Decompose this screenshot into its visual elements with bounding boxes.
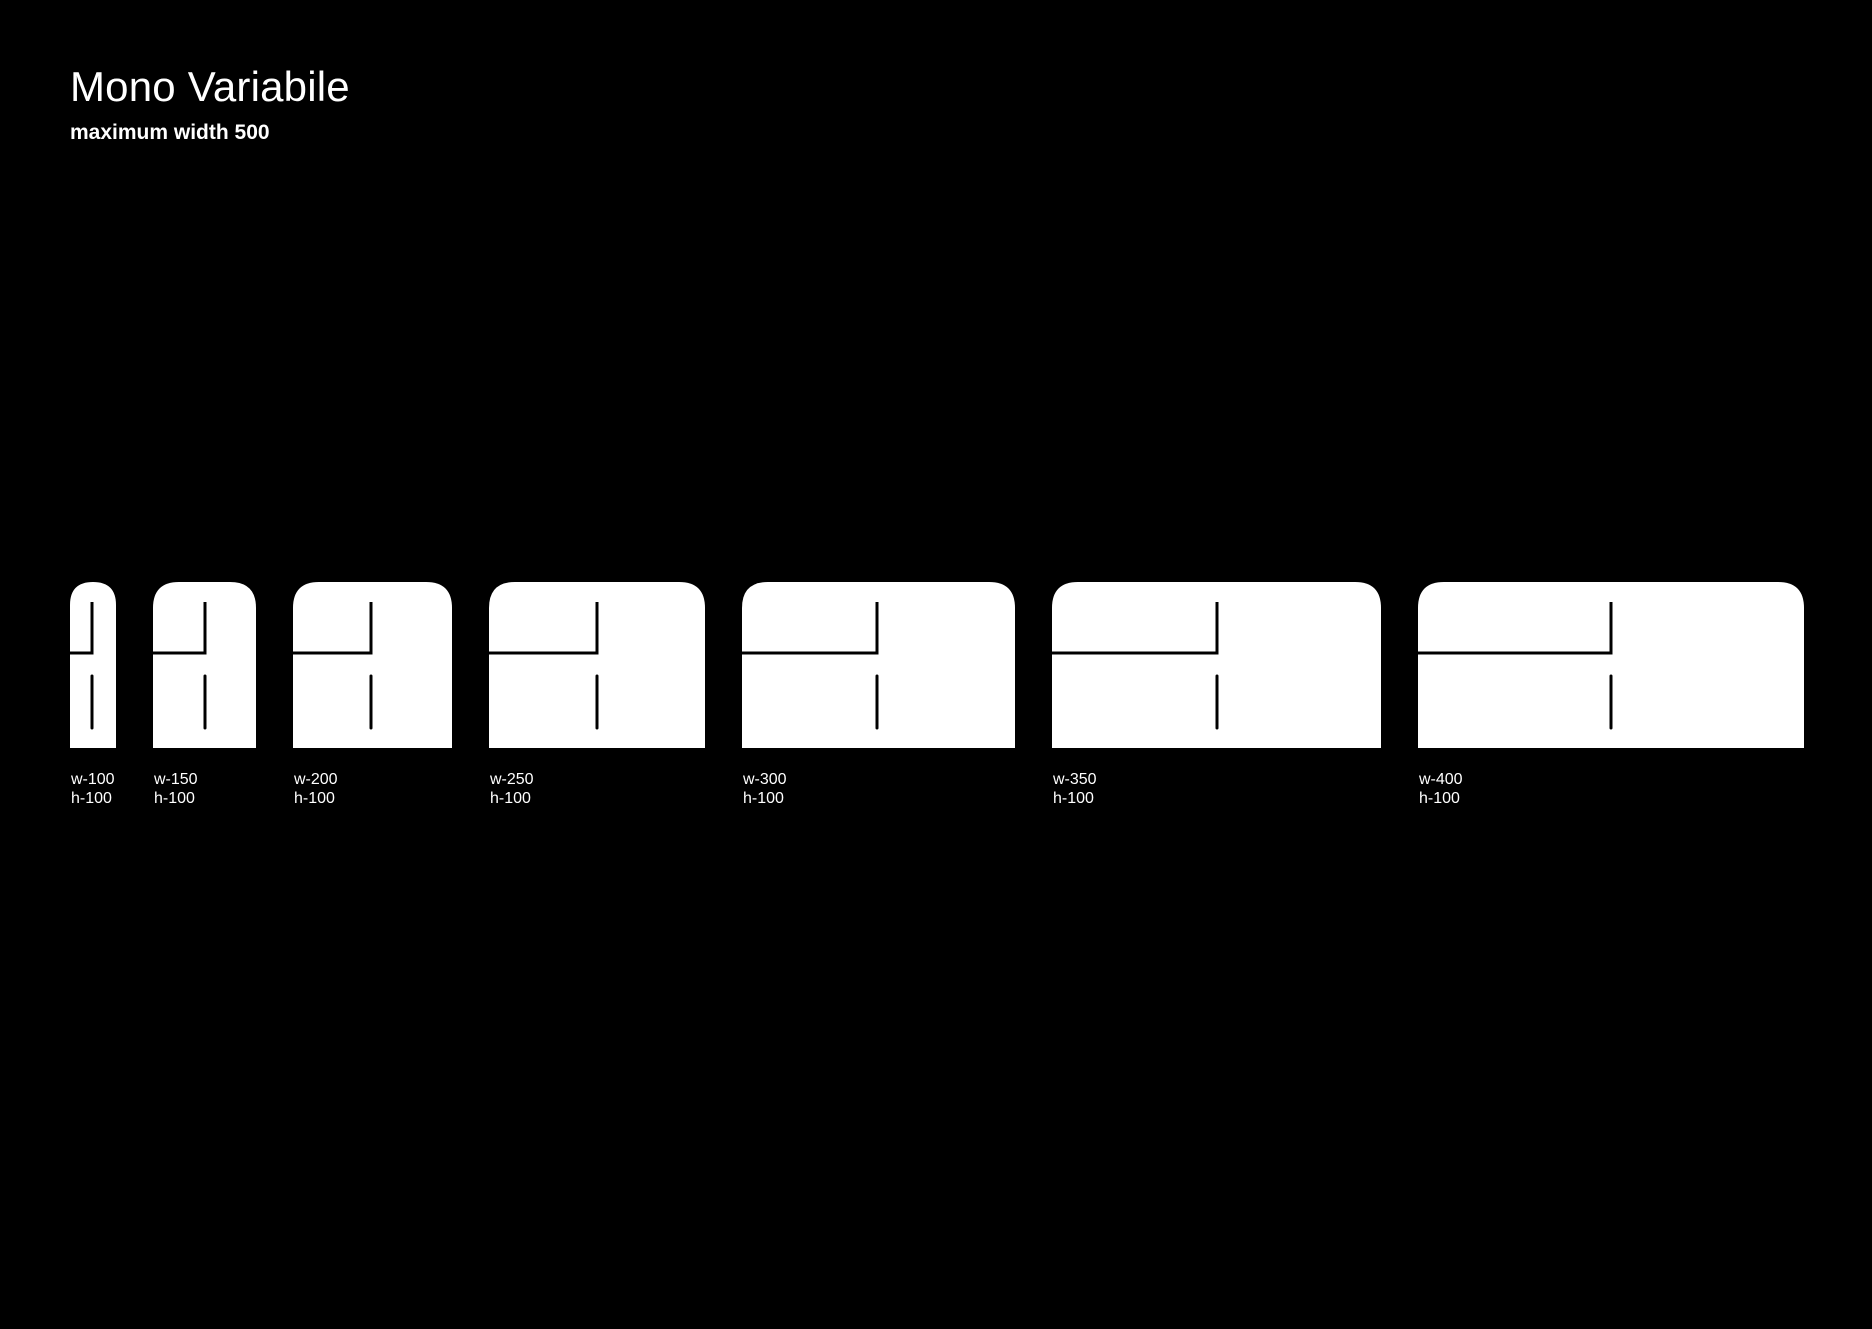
glyph-variant-6: w-350 h-100: [1052, 582, 1381, 807]
variant-label: w-200 h-100: [294, 770, 338, 808]
glyph-shape: [742, 582, 1015, 748]
variant-label: w-300 h-100: [743, 770, 787, 808]
height-label: h-100: [490, 790, 531, 807]
glyph-shape: [1418, 582, 1804, 748]
variant-label: w-100 h-100: [71, 770, 115, 808]
glyph-variant-2: w-150 h-100: [153, 582, 256, 807]
width-label: w-200: [294, 771, 338, 788]
width-label: w-150: [154, 771, 198, 788]
glyph-variant-row: w-100 h-100 w-150 h-100 w-200 h-100 w-25…: [0, 0, 1872, 1329]
glyph-variant-5: w-300 h-100: [742, 582, 1015, 807]
glyph-variant-3: w-200 h-100: [293, 582, 452, 807]
height-label: h-100: [71, 790, 112, 807]
width-label: w-350: [1053, 771, 1097, 788]
variant-label: w-250 h-100: [490, 770, 534, 808]
glyph-shape: [489, 582, 705, 748]
glyph-shape: [153, 582, 256, 748]
glyph-shape: [1052, 582, 1381, 748]
height-label: h-100: [1053, 790, 1094, 807]
glyph-variant-4: w-250 h-100: [489, 582, 705, 807]
width-label: w-300: [743, 771, 787, 788]
width-label: w-250: [490, 771, 534, 788]
glyph-shape: [70, 582, 116, 748]
width-label: w-100: [71, 771, 115, 788]
variant-label: w-400 h-100: [1419, 770, 1463, 808]
variant-label: w-350 h-100: [1053, 770, 1097, 808]
height-label: h-100: [154, 790, 195, 807]
height-label: h-100: [294, 790, 335, 807]
height-label: h-100: [743, 790, 784, 807]
glyph-variant-1: w-100 h-100: [70, 582, 116, 807]
glyph-variant-7: w-400 h-100: [1418, 582, 1804, 807]
variant-label: w-150 h-100: [154, 770, 198, 808]
height-label: h-100: [1419, 790, 1460, 807]
glyph-shape: [293, 582, 452, 748]
width-label: w-400: [1419, 771, 1463, 788]
